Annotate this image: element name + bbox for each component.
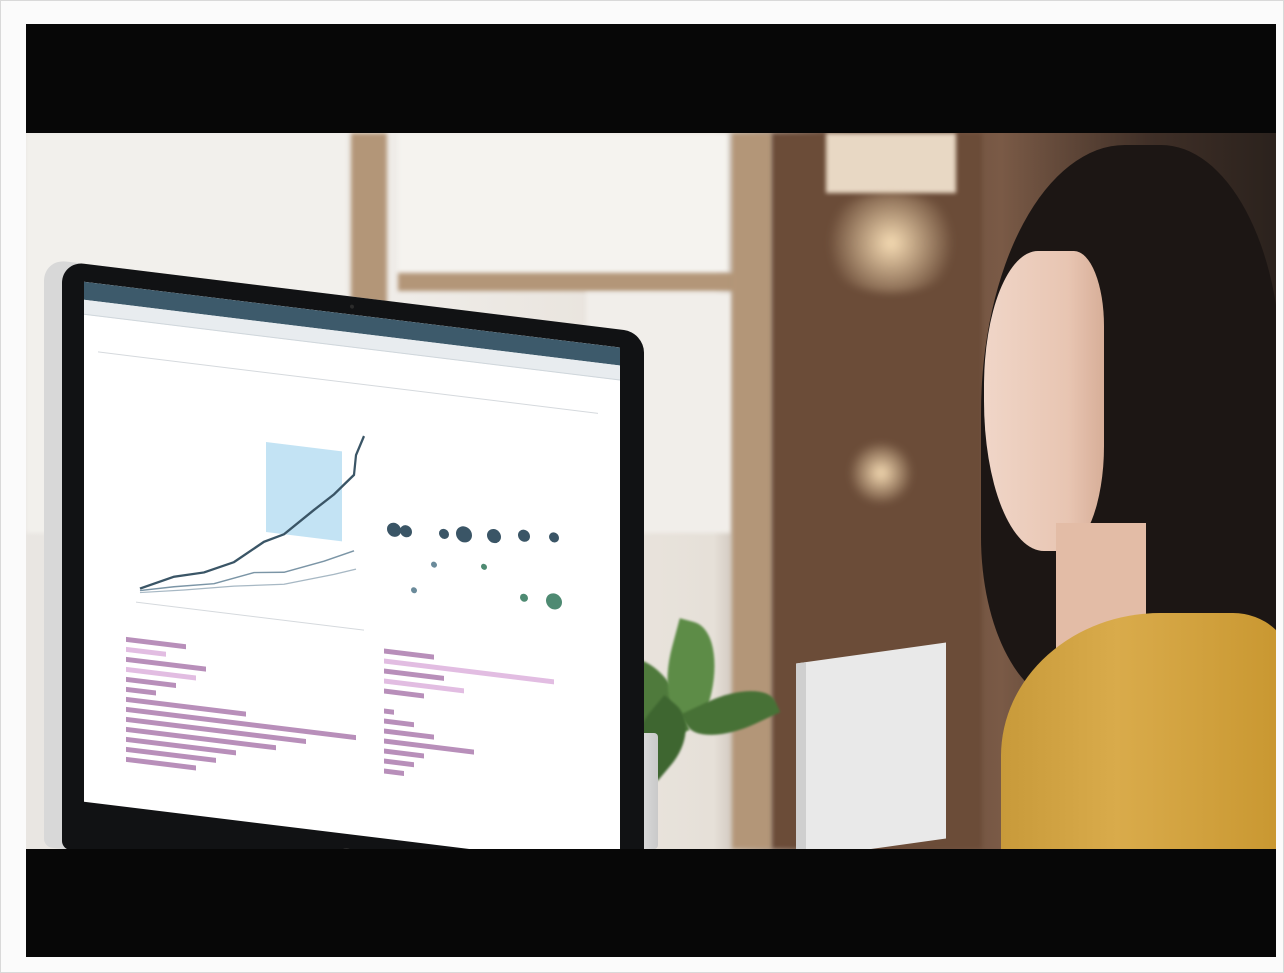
bar bbox=[126, 686, 156, 696]
bar bbox=[126, 646, 166, 657]
bar bbox=[384, 708, 394, 715]
bar bbox=[384, 648, 434, 660]
bar bbox=[384, 668, 444, 681]
letterbox-top bbox=[26, 24, 1276, 133]
bar bbox=[384, 658, 554, 685]
x-axis bbox=[136, 601, 364, 631]
bar-chart-right bbox=[384, 648, 554, 776]
window-frame bbox=[732, 133, 772, 849]
bar bbox=[384, 758, 414, 768]
bubble bbox=[546, 593, 562, 610]
bubble bbox=[431, 561, 437, 568]
bar bbox=[384, 688, 424, 699]
lamp-glow bbox=[816, 193, 966, 293]
lamp-glow bbox=[846, 443, 916, 503]
bubble bbox=[400, 525, 412, 538]
window-pane bbox=[826, 133, 956, 193]
window-pane bbox=[398, 133, 728, 273]
bubble-chart bbox=[387, 522, 562, 610]
bubble bbox=[456, 526, 472, 543]
letterbox-bottom bbox=[26, 849, 1276, 957]
window-frame bbox=[398, 273, 738, 291]
bubble bbox=[520, 593, 528, 602]
bubble bbox=[481, 563, 487, 570]
line-chart bbox=[136, 435, 366, 631]
monitor-screen bbox=[84, 281, 620, 849]
bar bbox=[384, 748, 424, 759]
dashboard-visuals bbox=[126, 435, 562, 776]
bubble bbox=[439, 528, 449, 539]
bar bbox=[126, 676, 176, 688]
bubble bbox=[411, 587, 417, 594]
bubble bbox=[487, 528, 501, 544]
selection-box bbox=[266, 442, 342, 542]
bubble bbox=[387, 522, 401, 537]
woman-face bbox=[984, 251, 1104, 551]
desktop-monitor bbox=[62, 261, 644, 849]
bubble bbox=[518, 529, 530, 542]
bar bbox=[384, 718, 414, 728]
bubble bbox=[549, 532, 559, 543]
bar bbox=[126, 636, 186, 650]
monitor-camera bbox=[350, 304, 354, 309]
photo-frame bbox=[0, 0, 1284, 973]
bar bbox=[384, 728, 434, 740]
line-series bbox=[139, 568, 357, 594]
bar bbox=[384, 768, 404, 776]
bar-chart-left bbox=[126, 636, 356, 771]
office-scene bbox=[26, 133, 1276, 849]
video-still bbox=[26, 24, 1276, 957]
background-monitor bbox=[796, 642, 946, 849]
